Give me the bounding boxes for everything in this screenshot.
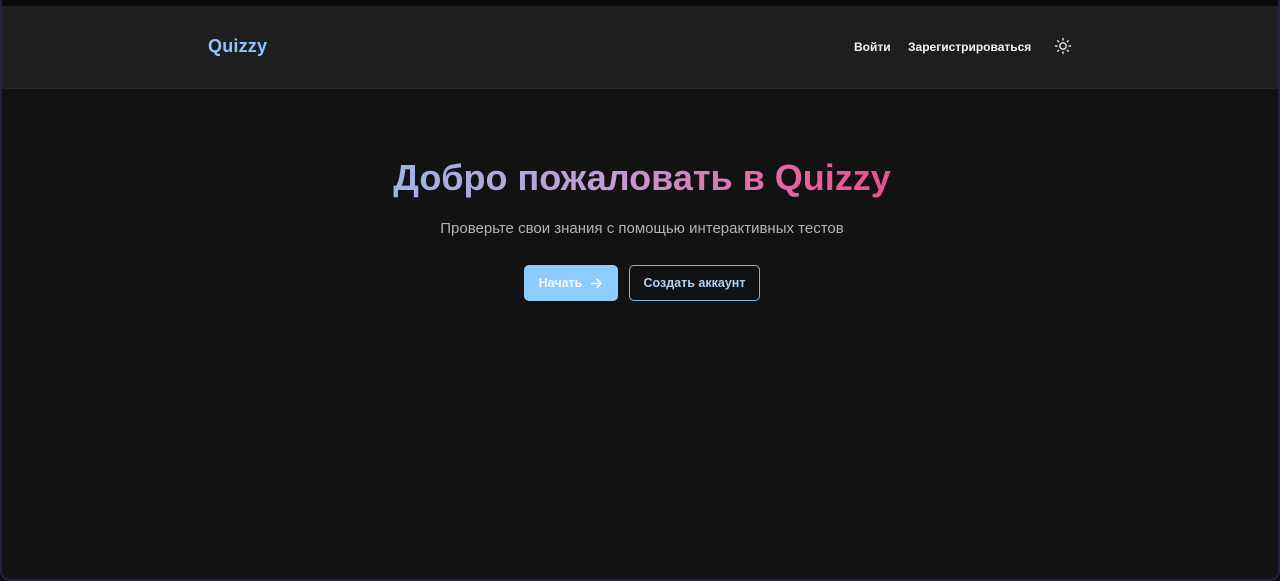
sun-icon (1054, 37, 1072, 55)
create-account-button[interactable]: Создать аккаунт (629, 265, 760, 301)
login-link[interactable]: Войти (854, 40, 891, 54)
register-link[interactable]: Зарегистрироваться (908, 40, 1031, 54)
navbar: Quizzy Войти Зарегистрироваться (2, 6, 1278, 89)
create-account-label: Создать аккаунт (643, 276, 746, 290)
app-window: Quizzy Войти Зарегистрироваться Добро по… (0, 0, 1280, 581)
theme-toggle-button[interactable] (1054, 37, 1072, 55)
start-button[interactable]: Начать (524, 265, 618, 301)
hero-title-text: Добро пожаловать в Quizzy (393, 157, 891, 198)
arrow-right-icon (591, 278, 603, 288)
start-button-label: Начать (538, 276, 583, 290)
logo[interactable]: Quizzy (208, 36, 267, 57)
hero-subtitle: Проверьте свои знания с помощью интеракт… (440, 220, 844, 237)
hero-title: Добро пожаловать в Quizzy (2, 153, 1278, 203)
